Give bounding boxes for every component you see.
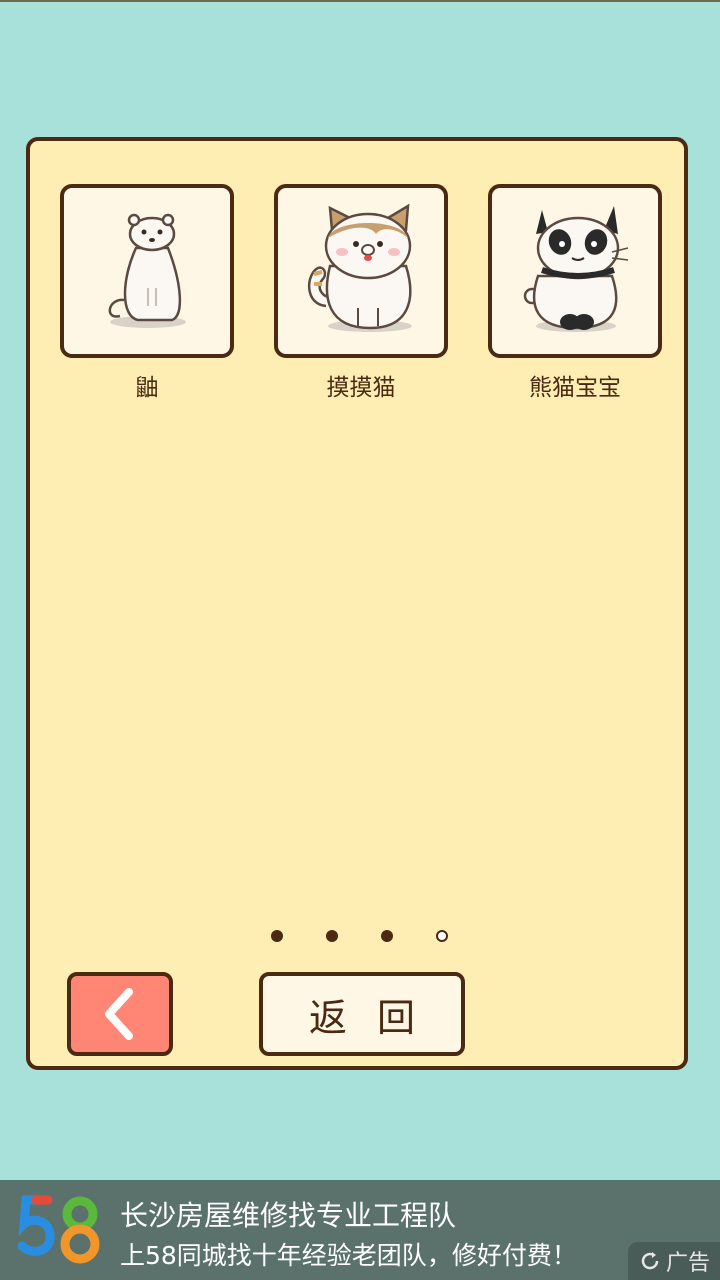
back-button[interactable]: 返回 (259, 972, 465, 1056)
ad-tag-label: 广告 (665, 1251, 710, 1276)
page-dot[interactable] (271, 930, 283, 942)
ad-logo-58 (18, 1195, 100, 1264)
panda-cat-icon (523, 206, 629, 332)
ad-title: 长沙房屋维修找专业工程队 (120, 1199, 457, 1232)
collection-panel: 鼬 摸摸猫 熊猫宝宝 返回 (26, 137, 688, 1070)
refresh-icon (641, 1252, 659, 1270)
top-divider (0, 0, 720, 2)
prev-page-button[interactable] (67, 972, 173, 1056)
character-card-weasel[interactable] (60, 184, 234, 358)
character-card-panda-cat[interactable] (488, 184, 662, 358)
character-name: 摸摸猫 (326, 375, 396, 401)
page-dot-current[interactable] (436, 930, 448, 942)
back-button-label: 返回 (308, 995, 445, 1040)
page-dot[interactable] (381, 930, 393, 942)
ad-subtitle: 上58同城找十年经验老团队，修好付费！ (120, 1241, 577, 1270)
ad-banner[interactable]: 长沙房屋维修找专业工程队 上58同城找十年经验老团队，修好付费！ 广告 (0, 1180, 720, 1280)
ad-tag[interactable]: 广告 (628, 1242, 720, 1280)
character-name: 熊猫宝宝 (529, 375, 621, 401)
character-name: 鼬 (135, 375, 159, 401)
tabby-cat-icon (307, 203, 412, 332)
character-card-tabby-cat[interactable] (274, 184, 448, 358)
chevron-left-icon (105, 988, 133, 1040)
weasel-icon (108, 213, 186, 328)
page-dot[interactable] (326, 930, 338, 942)
